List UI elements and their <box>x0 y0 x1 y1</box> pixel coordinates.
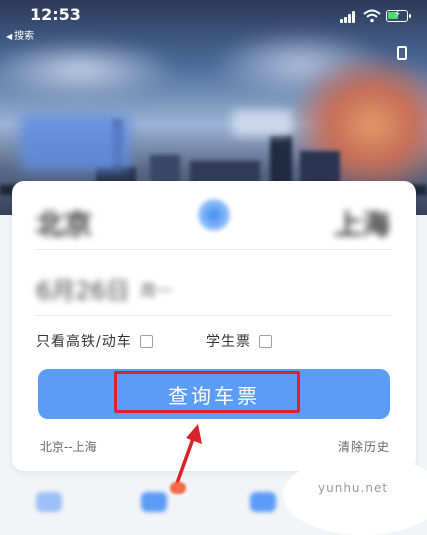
divider <box>36 315 392 316</box>
departure-city[interactable]: 北京 <box>36 203 92 243</box>
swap-cities-button[interactable] <box>198 199 230 231</box>
departure-weekday[interactable]: 周一 <box>140 277 172 301</box>
battery-icon: ⚡ <box>386 9 411 22</box>
student-ticket-label: 学生票 <box>206 334 251 350</box>
highspeed-only-option[interactable]: 只看高铁/动车 <box>36 331 153 351</box>
back-to-search-link[interactable]: ◀ 搜索 <box>6 27 34 42</box>
banner-cloud <box>0 40 180 100</box>
menu-icon[interactable] <box>397 46 407 60</box>
back-arrow-icon: ◀ <box>6 32 13 41</box>
back-label: 搜索 <box>14 31 35 42</box>
student-ticket-checkbox[interactable] <box>259 334 272 348</box>
watermark-backdrop <box>283 455 427 535</box>
arrival-city[interactable]: 上海 <box>334 203 390 243</box>
nav-tab-icon[interactable] <box>250 492 276 512</box>
nav-tab-icon[interactable] <box>141 492 167 512</box>
divider <box>36 249 392 250</box>
search-history-item[interactable]: 北京--上海 <box>40 438 97 455</box>
cellular-signal-icon <box>340 11 358 23</box>
wifi-icon <box>363 9 381 23</box>
ticket-search-card: 北京 上海 6月26日 周一 只看高铁/动车 学生票 查询车票 北京--上海 清… <box>12 181 416 471</box>
status-time: 12:53 <box>30 5 81 24</box>
status-bar: 12:53 ⚡ <box>0 0 427 28</box>
highspeed-only-label: 只看高铁/动车 <box>36 334 132 350</box>
departure-date[interactable]: 6月26日 <box>36 271 130 306</box>
watermark-text: yunhu.net <box>318 481 389 495</box>
banner-title <box>232 110 292 136</box>
nav-tab-icon[interactable] <box>36 492 62 512</box>
student-ticket-option[interactable]: 学生票 <box>206 331 272 351</box>
clear-history-link[interactable]: 清除历史 <box>338 438 390 455</box>
annotation-highlight-box <box>114 371 300 413</box>
highspeed-only-checkbox[interactable] <box>139 334 153 348</box>
notification-badge <box>170 482 186 494</box>
banner-promo-card <box>20 115 130 171</box>
